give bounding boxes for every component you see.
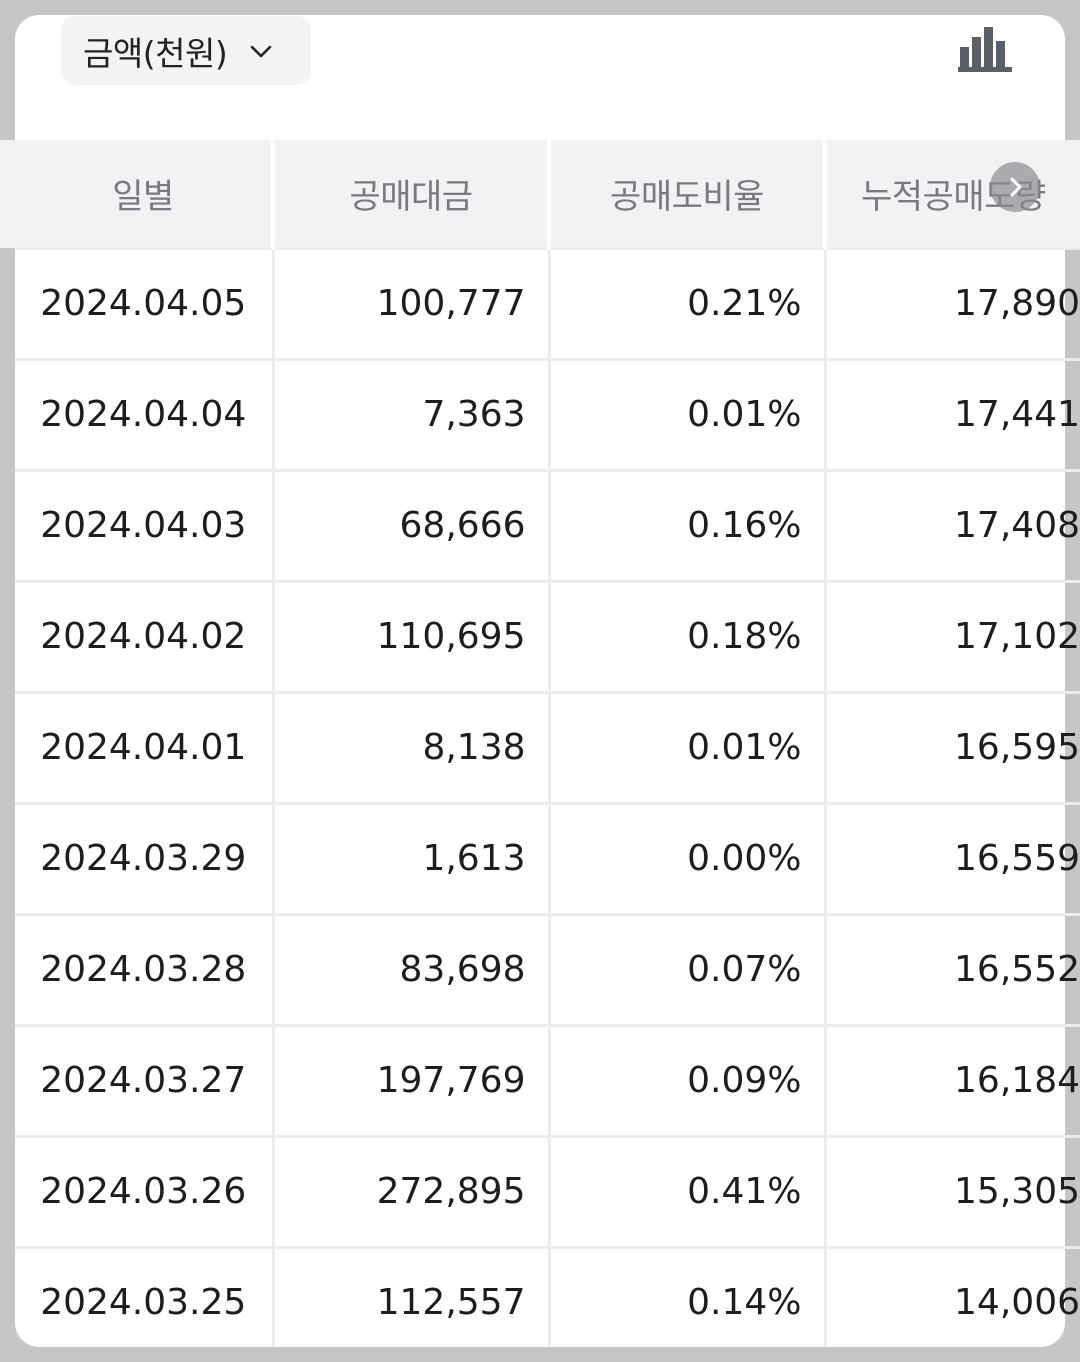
amount-cell: 1,613 bbox=[273, 801, 551, 914]
date-cell: 2024.04.02 bbox=[15, 579, 275, 692]
header-cumulative-volume[interactable]: 누적공매도량 bbox=[825, 140, 1080, 248]
chevron-right-icon bbox=[1004, 176, 1026, 198]
chevron-down-icon bbox=[249, 39, 273, 63]
cumulative-cell: 14,006 bbox=[825, 1245, 1080, 1357]
table-row: 2024.03.26 272,895 0.41% 15,305 bbox=[15, 1134, 1080, 1247]
amount-unit-label: 금액(천원) bbox=[83, 33, 228, 73]
bar-chart-icon[interactable] bbox=[956, 25, 1014, 73]
amount-cell: 272,895 bbox=[273, 1134, 551, 1247]
cumulative-cell: 17,441 bbox=[825, 357, 1080, 470]
short-selling-table: 일별 공매대금 공매도비율 누적공매도량 2024.04.05 100,777 0.… bbox=[15, 140, 1080, 1357]
date-cell: 2024.04.03 bbox=[15, 468, 275, 581]
table-row: 2024.04.03 68,666 0.16% 17,408 bbox=[15, 468, 1080, 581]
bottom-margin bbox=[0, 1347, 1080, 1362]
scroll-right-button[interactable] bbox=[990, 162, 1040, 212]
date-cell: 2024.04.05 bbox=[15, 246, 275, 359]
table-row: 2024.03.29 1,613 0.00% 16,559 bbox=[15, 801, 1080, 914]
table-row: 2024.04.05 100,777 0.21% 17,890 bbox=[15, 246, 1080, 359]
cumulative-cell: 16,595 bbox=[825, 690, 1080, 803]
data-table-container[interactable]: 일별 공매대금 공매도비율 누적공매도량 2024.04.05 100,777 0.… bbox=[15, 140, 1080, 1357]
date-cell: 2024.04.04 bbox=[15, 357, 275, 470]
ratio-cell: 0.16% bbox=[549, 468, 827, 581]
ratio-cell: 0.41% bbox=[549, 1134, 827, 1247]
amount-cell: 197,769 bbox=[273, 1023, 551, 1136]
ratio-cell: 0.18% bbox=[549, 579, 827, 692]
amount-cell: 83,698 bbox=[273, 912, 551, 1025]
cumulative-cell: 17,102 bbox=[825, 579, 1080, 692]
table-header-row: 일별 공매대금 공매도비율 누적공매도량 bbox=[15, 140, 1080, 248]
cumulative-cell: 16,184 bbox=[825, 1023, 1080, 1136]
amount-cell: 112,557 bbox=[273, 1245, 551, 1357]
amount-unit-dropdown[interactable]: 금액(천원) bbox=[61, 16, 311, 85]
cumulative-cell: 16,552 bbox=[825, 912, 1080, 1025]
table-row: 2024.04.04 7,363 0.01% 17,441 bbox=[15, 357, 1080, 470]
header-short-amount[interactable]: 공매대금 bbox=[273, 140, 551, 248]
amount-cell: 7,363 bbox=[273, 357, 551, 470]
ratio-cell: 0.14% bbox=[549, 1245, 827, 1357]
ratio-cell: 0.21% bbox=[549, 246, 827, 359]
cumulative-cell: 17,890 bbox=[825, 246, 1080, 359]
ratio-cell: 0.09% bbox=[549, 1023, 827, 1136]
ratio-cell: 0.01% bbox=[549, 357, 827, 470]
date-cell: 2024.03.25 bbox=[15, 1245, 275, 1357]
header-daily[interactable]: 일별 bbox=[15, 140, 275, 248]
date-cell: 2024.03.27 bbox=[15, 1023, 275, 1136]
date-cell: 2024.04.01 bbox=[15, 690, 275, 803]
amount-cell: 100,777 bbox=[273, 246, 551, 359]
table-row: 2024.04.01 8,138 0.01% 16,595 bbox=[15, 690, 1080, 803]
table-row: 2024.03.27 197,769 0.09% 16,184 bbox=[15, 1023, 1080, 1136]
ratio-cell: 0.01% bbox=[549, 690, 827, 803]
amount-cell: 110,695 bbox=[273, 579, 551, 692]
date-cell: 2024.03.26 bbox=[15, 1134, 275, 1247]
amount-cell: 68,666 bbox=[273, 468, 551, 581]
cumulative-cell: 17,408 bbox=[825, 468, 1080, 581]
date-cell: 2024.03.28 bbox=[15, 912, 275, 1025]
cumulative-cell: 16,559 bbox=[825, 801, 1080, 914]
ratio-cell: 0.00% bbox=[549, 801, 827, 914]
table-row: 2024.04.02 110,695 0.18% 17,102 bbox=[15, 579, 1080, 692]
header-short-ratio[interactable]: 공매도비율 bbox=[549, 140, 827, 248]
table-row: 2024.03.25 112,557 0.14% 14,006 bbox=[15, 1245, 1080, 1357]
table-row: 2024.03.28 83,698 0.07% 16,552 bbox=[15, 912, 1080, 1025]
cumulative-cell: 15,305 bbox=[825, 1134, 1080, 1247]
ratio-cell: 0.07% bbox=[549, 912, 827, 1025]
date-cell: 2024.03.29 bbox=[15, 801, 275, 914]
amount-cell: 8,138 bbox=[273, 690, 551, 803]
